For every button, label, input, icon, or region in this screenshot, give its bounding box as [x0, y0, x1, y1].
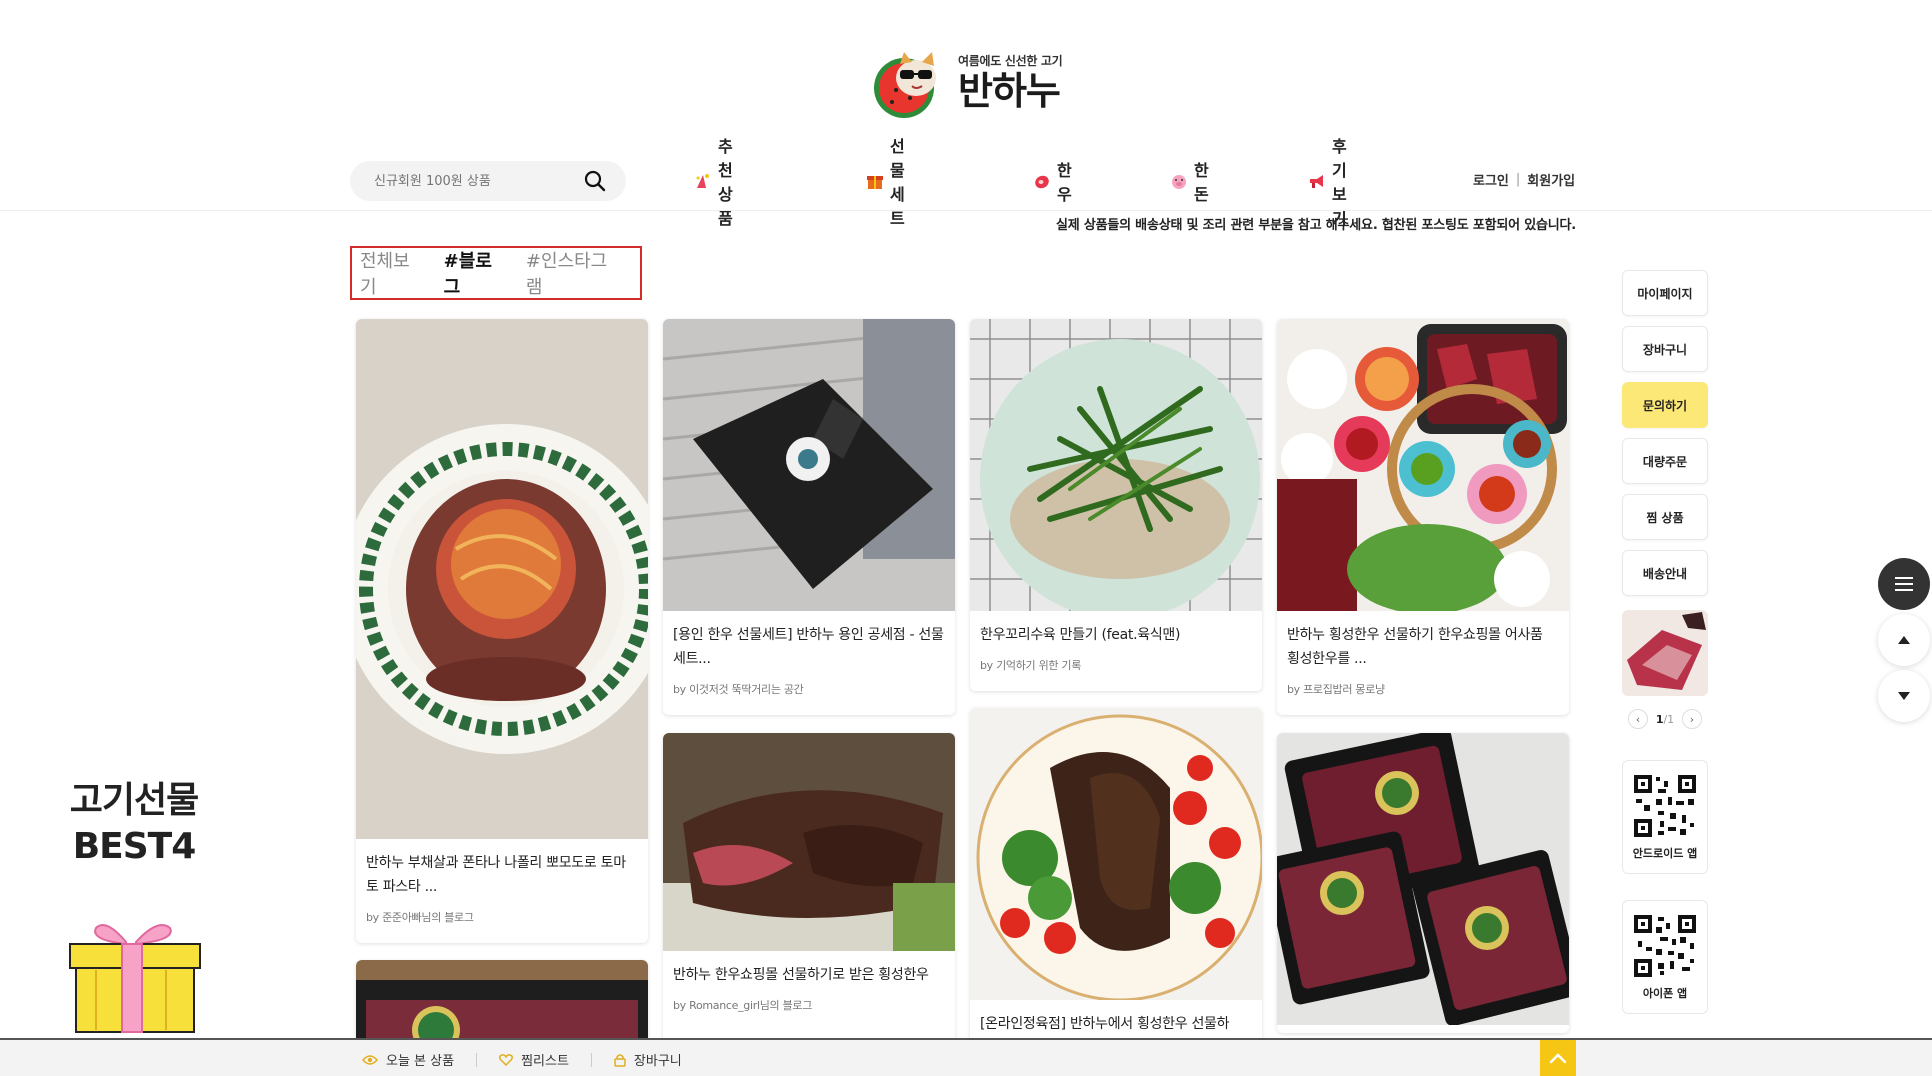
post-title[interactable]: 반하누 한우쇼핑몰 선물하기로 받은 횡성한우 [663, 963, 955, 987]
nav-item-recommended[interactable]: 추천상품 [694, 133, 733, 229]
post-card[interactable] [1277, 733, 1569, 1033]
auth-links: 로그인 | 회원가입 [1473, 170, 1575, 189]
post-card[interactable]: 한우꼬리수육 만들기 (feat.육식맨) by 기억하기 위한 기록 [970, 319, 1262, 691]
qr-code-icon [1632, 913, 1698, 979]
post-image-bag [663, 319, 955, 611]
post-card[interactable]: [용인 한우 선물세트] 반하누 용인 공세점 - 선물세트... by 이것저… [663, 319, 955, 715]
post-image-packaged-beef [1277, 733, 1569, 1025]
recent-pager: ‹ 1/1 › [1628, 708, 1702, 730]
pig-icon [1170, 172, 1188, 190]
qr-code-icon [1632, 773, 1698, 839]
post-image-steak-plate [970, 708, 1262, 1000]
recent-product-thumbnail[interactable] [1622, 610, 1708, 696]
tab-all[interactable]: 전체보기 [360, 247, 424, 299]
scroll-up-icon[interactable] [1878, 614, 1930, 666]
post-author: by 이것저것 뚝딱거리는 공간 [673, 683, 804, 696]
post-author: by 준준아빠님의 블로그 [366, 911, 474, 924]
bottom-divider [476, 1052, 478, 1067]
post-title[interactable]: [용인 한우 선물세트] 반하누 용인 공세점 - 선물세트... [663, 623, 955, 671]
logo[interactable]: 여름에도 신선한 고기 반하누 [866, 44, 1086, 120]
search-bar [350, 161, 626, 201]
review-filter-tabs: 전체보기 #블로그 #인스타그램 [350, 246, 642, 300]
nav-label: 한우 [1057, 161, 1072, 204]
megaphone-icon [1308, 172, 1326, 190]
nav-label: 선물세트 [890, 137, 905, 228]
search-input[interactable] [374, 173, 582, 189]
post-image-bbq-set [1277, 319, 1569, 611]
pager-status: 1/1 [1656, 713, 1674, 726]
nav-item-handon[interactable]: 한돈 [1170, 157, 1209, 205]
quick-mypage-button[interactable]: 마이페이지 [1622, 270, 1708, 316]
post-title[interactable]: 반하누 부채살과 폰타나 나폴리 뽀모도로 토마토 파스타 ... [356, 851, 648, 899]
nav-item-hanwoo[interactable]: 한우 [1033, 157, 1072, 205]
recent-viewed-label: 오늘 본 상품 [386, 1054, 455, 1069]
post-card[interactable]: 반하누 횡성한우 선물하기 한우쇼핑몰 어사품 횡성한우를 ... by 프로집… [1277, 319, 1569, 715]
post-title[interactable]: 한우꼬리수육 만들기 (feat.육식맨) [970, 623, 1262, 647]
post-author: by Romance_girl님의 블로그 [673, 999, 813, 1012]
logo-tagline: 여름에도 신선한 고기 [958, 53, 1063, 68]
post-image-oxtail [970, 319, 1262, 611]
promo-title[interactable]: 고기선물 BEST4 [60, 778, 208, 870]
mascot-logo-icon [866, 44, 954, 120]
gift-box-icon[interactable] [66, 918, 204, 1036]
scroll-down-icon[interactable] [1878, 670, 1930, 722]
header-divider [0, 210, 1932, 211]
quick-wishlist-button[interactable]: 찜 상품 [1622, 494, 1708, 540]
quick-shipping-button[interactable]: 배송안내 [1622, 550, 1708, 596]
post-title[interactable]: 반하누 횡성한우 선물하기 한우쇼핑몰 어사품 횡성한우를 ... [1277, 623, 1569, 671]
post-image-steak [663, 733, 955, 951]
promo-line-2: BEST4 [72, 826, 197, 867]
quick-bulk-order-button[interactable]: 대량주문 [1622, 438, 1708, 484]
brand-name: 반하누 [958, 68, 1061, 113]
tab-blog[interactable]: #블로그 [444, 247, 506, 299]
recent-viewed-button[interactable]: 오늘 본 상품 [362, 1050, 454, 1069]
quick-menu: 마이페이지 장바구니 문의하기 대량주문 찜 상품 배송안내 [1622, 270, 1708, 606]
review-notice: 실제 상품들의 배송상태 및 조리 관련 부분을 참고 해주세요. 협찬된 포스… [1055, 218, 1576, 233]
nav-label: 한돈 [1194, 161, 1209, 204]
post-card[interactable]: 반하누 부채살과 폰타나 나폴리 뽀모도로 토마토 파스타 ... by 준준아… [356, 319, 648, 943]
promo-line-1: 고기선물 [69, 780, 199, 821]
post-author: by 프로집밥러 몽로냥 [1287, 683, 1385, 696]
bottom-divider [590, 1052, 592, 1067]
wishlist-label: 찜리스트 [521, 1054, 569, 1069]
prev-chevron-icon[interactable]: ‹ [1628, 709, 1648, 729]
bottom-bar: 오늘 본 상품 찜리스트 장바구니 [0, 1038, 1932, 1076]
lock-bag-icon [614, 1053, 626, 1067]
post-image-pasta [356, 319, 648, 839]
search-icon[interactable] [582, 168, 608, 194]
heart-icon [499, 1053, 514, 1066]
post-card[interactable]: [온라인정육점] 반하누에서 횡성한우 선물하 [970, 708, 1262, 1076]
gift-icon [866, 172, 884, 190]
next-chevron-icon[interactable]: › [1682, 709, 1702, 729]
quick-inquiry-button[interactable]: 문의하기 [1622, 382, 1708, 428]
iphone-app-label: 아이폰 앱 [1642, 987, 1688, 1000]
tab-instagram[interactable]: #인스타그램 [526, 247, 620, 299]
eye-icon [362, 1054, 378, 1066]
cart-button[interactable]: 장바구니 [614, 1050, 682, 1069]
post-author: by 기억하기 위한 기록 [980, 659, 1082, 672]
pager-total: /1 [1663, 712, 1675, 726]
iphone-app-qr[interactable]: 아이폰 앱 [1622, 900, 1708, 1014]
wishlist-button[interactable]: 찜리스트 [499, 1050, 569, 1069]
post-title[interactable]: [온라인정육점] 반하누에서 횡성한우 선물하 [970, 1012, 1262, 1036]
android-app-label: 안드로이드 앱 [1632, 847, 1698, 860]
sparkle-icon [694, 172, 712, 190]
auth-divider: | [1515, 172, 1521, 187]
android-app-qr[interactable]: 안드로이드 앱 [1622, 760, 1708, 874]
login-link[interactable]: 로그인 [1473, 170, 1509, 189]
cart-label: 장바구니 [633, 1054, 682, 1069]
quick-cart-button[interactable]: 장바구니 [1622, 326, 1708, 372]
post-card[interactable]: 반하누 한우쇼핑몰 선물하기로 받은 횡성한우 by Romance_girl님… [663, 733, 955, 1073]
signup-link[interactable]: 회원가입 [1527, 170, 1575, 189]
meat-icon [1033, 172, 1051, 190]
back-to-top-icon[interactable] [1540, 1040, 1576, 1076]
nav-item-gift-set[interactable]: 선물세트 [866, 133, 905, 229]
menu-icon[interactable] [1878, 558, 1930, 610]
nav-label: 추천상품 [718, 137, 733, 228]
